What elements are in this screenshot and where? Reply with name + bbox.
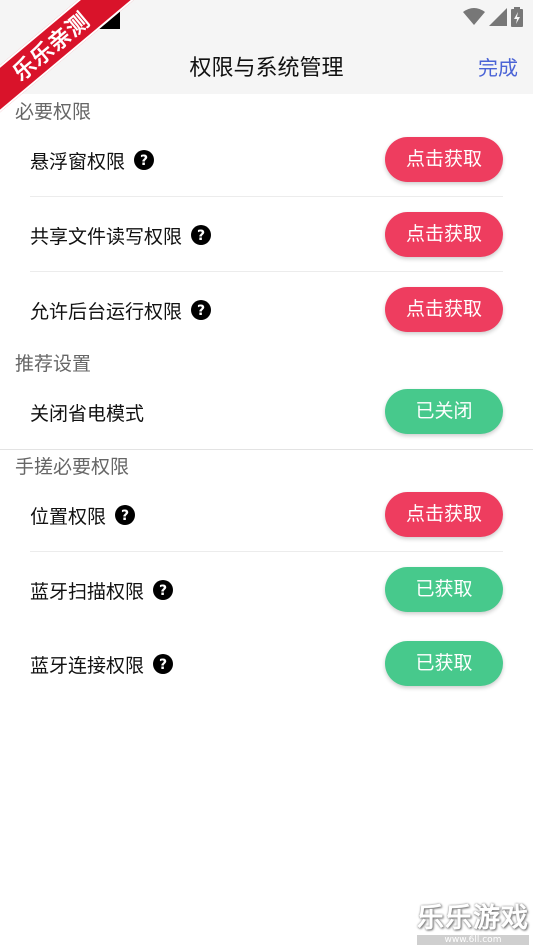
permission-granted-button[interactable]: 已获取 <box>385 641 503 686</box>
help-icon[interactable]: ? <box>115 505 136 525</box>
help-icon[interactable]: ? <box>191 300 212 320</box>
permission-label: 位置权限 <box>30 505 107 528</box>
permission-label: 悬浮窗权限 <box>30 150 126 173</box>
permission-label: 蓝牙扫描权限 <box>30 580 145 603</box>
section-title-required: 必要权限 <box>15 101 92 123</box>
done-button[interactable]: 完成 <box>478 52 518 81</box>
status-icons <box>463 7 523 27</box>
section-divider <box>0 449 533 450</box>
permission-row-shared-files: 共享文件读写权限 ? 点击获取 <box>30 198 503 272</box>
svg-text:?: ? <box>140 153 148 169</box>
svg-text:?: ? <box>121 508 129 524</box>
get-permission-button[interactable]: 点击获取 <box>385 212 503 257</box>
svg-text:?: ? <box>197 228 205 244</box>
get-permission-button[interactable]: 点击获取 <box>385 137 503 182</box>
help-icon[interactable]: ? <box>153 654 174 674</box>
permission-row-floating-window: 悬浮窗权限 ? 点击获取 <box>30 123 503 197</box>
svg-text:?: ? <box>159 583 167 599</box>
divider <box>30 551 503 552</box>
permission-row-bluetooth-connect: 蓝牙连接权限 ? 已获取 <box>30 627 503 701</box>
help-icon[interactable]: ? <box>134 150 155 170</box>
svg-text:?: ? <box>159 657 167 673</box>
permission-label: 共享文件读写权限 <box>30 225 183 248</box>
divider <box>30 271 503 272</box>
help-icon[interactable]: ? <box>153 580 174 600</box>
divider <box>30 196 503 197</box>
permission-row-background-run: 允许后台运行权限 ? 点击获取 <box>30 273 503 347</box>
section-title-manual: 手搓必要权限 <box>15 456 130 478</box>
svg-text:?: ? <box>197 303 205 319</box>
wifi-icon <box>463 8 485 25</box>
setting-label: 关闭省电模式 <box>30 402 145 425</box>
cell-signal-icon <box>489 8 507 26</box>
watermark-logo: 乐乐游戏 <box>417 903 529 934</box>
site-watermark: 乐乐游戏 www.6ll.com <box>417 896 529 945</box>
get-permission-button[interactable]: 点击获取 <box>385 492 503 537</box>
setting-row-power-saving: 关闭省电模式 已关闭 <box>30 375 503 449</box>
battery-icon <box>511 7 523 27</box>
permission-label: 允许后台运行权限 <box>30 300 183 323</box>
page-title: 权限与系统管理 <box>189 56 344 81</box>
permission-granted-button[interactable]: 已获取 <box>385 567 503 612</box>
permission-row-location: 位置权限 ? 点击获取 <box>30 478 503 552</box>
get-permission-button[interactable]: 点击获取 <box>385 287 503 332</box>
section-title-recommended: 推荐设置 <box>15 353 92 375</box>
power-saving-status-button[interactable]: 已关闭 <box>385 389 503 434</box>
permission-label: 蓝牙连接权限 <box>30 654 145 677</box>
permission-row-bluetooth-scan: 蓝牙扫描权限 ? 已获取 <box>30 553 503 627</box>
watermark-url: www.6ll.com <box>417 935 529 945</box>
help-icon[interactable]: ? <box>191 225 212 245</box>
